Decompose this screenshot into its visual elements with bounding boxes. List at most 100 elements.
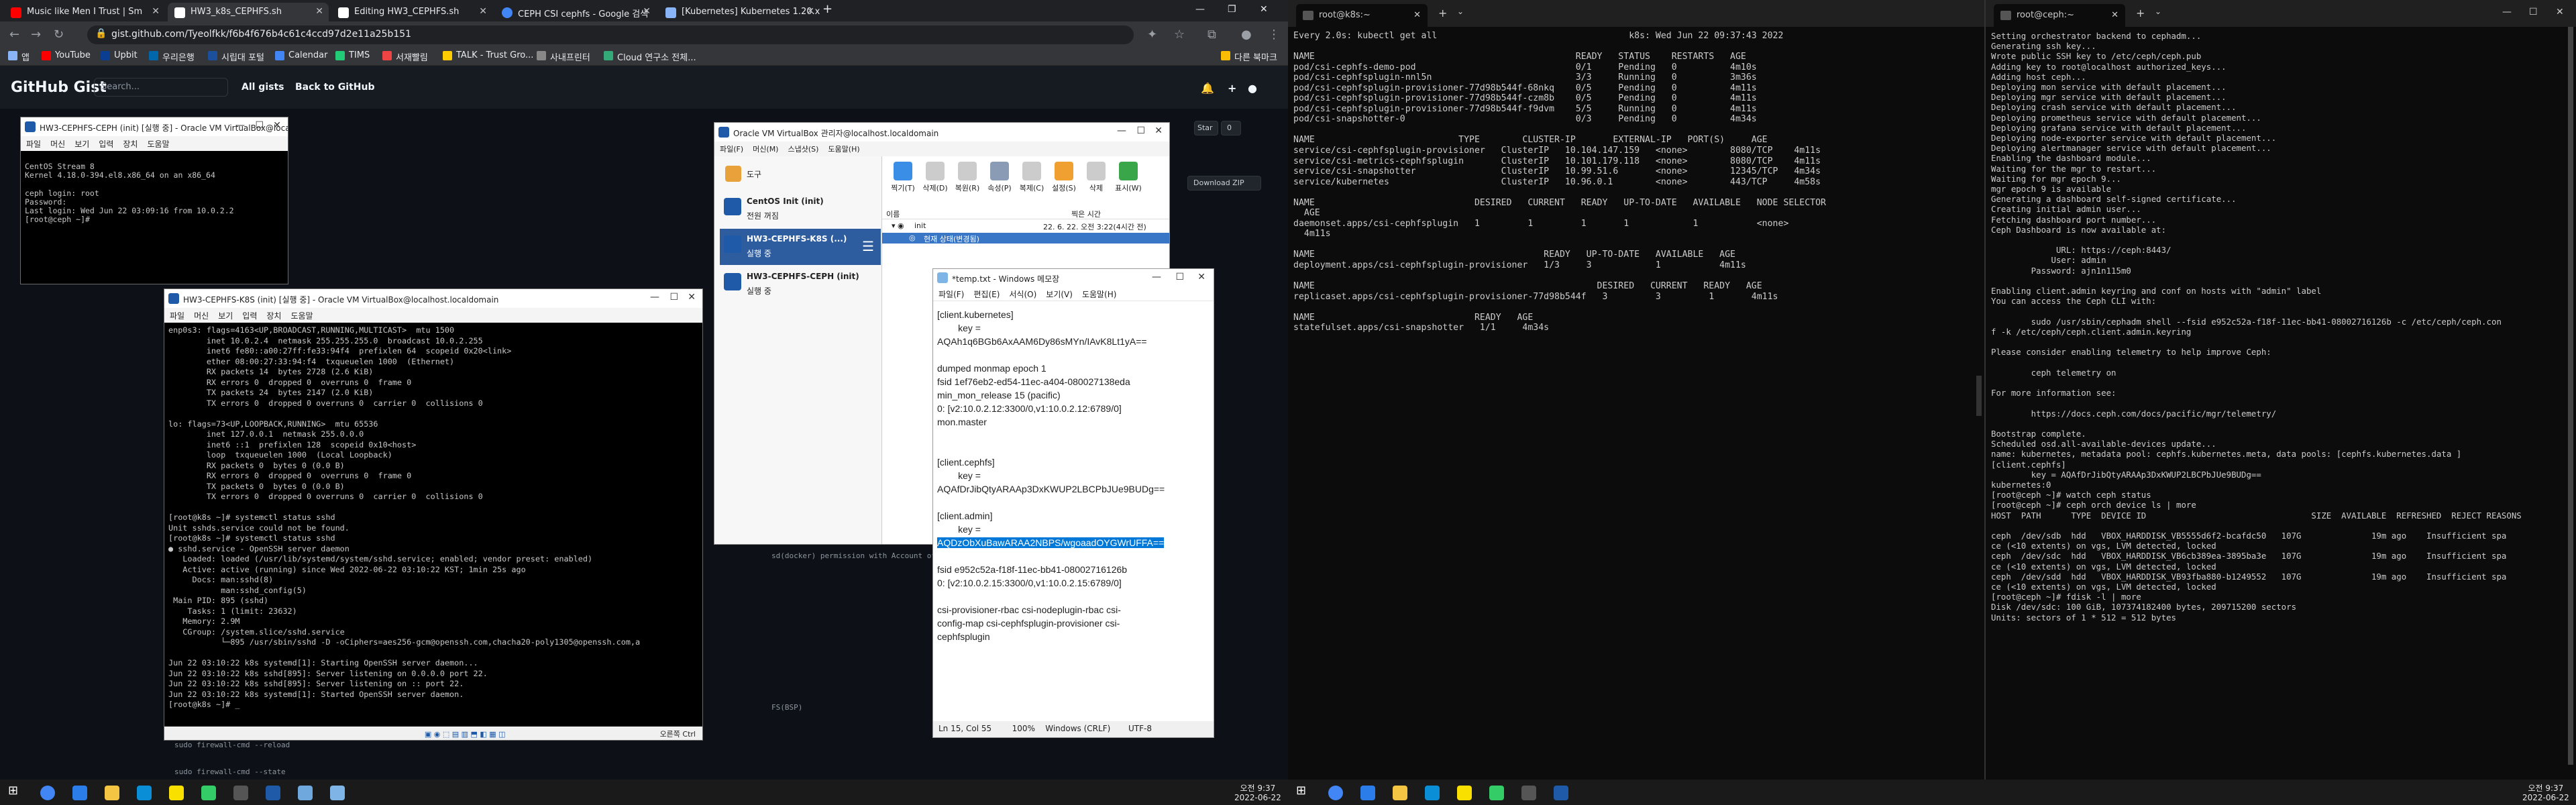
vm-console-ceph[interactable]: CentOS Stream 8 Kernel 4.18.0-394.el8.x86… xyxy=(21,151,288,284)
bookmark-talk[interactable]: TALK - Trust Gro... xyxy=(443,50,533,60)
menu-machine[interactable]: 머신 xyxy=(194,311,209,321)
close-icon[interactable]: ✕ xyxy=(1413,10,1421,20)
menu-devices[interactable]: 장치 xyxy=(123,140,138,149)
bookmark-upbit[interactable]: Upbit xyxy=(101,50,138,60)
snapshot-clone-button[interactable]: 복제(C) xyxy=(1015,162,1049,193)
bookmark-calendar[interactable]: Calendar xyxy=(275,50,327,60)
chevron-down-icon[interactable]: ⌄ xyxy=(2155,7,2161,16)
folder-icon[interactable] xyxy=(105,786,119,800)
bookmark-portal[interactable]: 시립대 포털 xyxy=(208,50,264,63)
close-window-icon[interactable]: ✕ xyxy=(2556,7,2564,17)
close-icon[interactable]: ✕ xyxy=(315,6,323,17)
menu-help[interactable]: 도움말(H) xyxy=(1082,290,1117,299)
plus-icon[interactable]: + xyxy=(1228,82,1236,95)
windows-start-icon[interactable]: ⊞ xyxy=(8,784,23,798)
puzzle-icon[interactable]: ⧉ xyxy=(1208,28,1216,42)
discard-button[interactable]: 삭제 xyxy=(1079,162,1113,193)
menu-input[interactable]: 입력 xyxy=(242,311,257,321)
menu-icon[interactable]: ⋮ xyxy=(1268,28,1280,42)
scrollbar[interactable] xyxy=(2568,27,2573,765)
menu-file[interactable]: 파일 xyxy=(26,140,41,149)
browser-tab-music[interactable]: Music like Men I Trust | Sm ✕ xyxy=(4,3,165,21)
menu-file[interactable]: 파일 xyxy=(170,311,184,321)
menu-view[interactable]: 보기 xyxy=(218,311,233,321)
menu-devices[interactable]: 장치 xyxy=(266,311,281,321)
browser-tab-google[interactable]: CEPH CSI cephfs - Google 검색 ✕ xyxy=(495,3,656,21)
browser-tab-editing[interactable]: Editing HW3_CEPHFS.sh ✕ xyxy=(331,3,492,21)
close-window-icon[interactable]: ✕ xyxy=(1260,4,1268,15)
maximize-icon[interactable]: ☐ xyxy=(669,292,678,303)
menu-view[interactable]: 보기 xyxy=(74,140,89,149)
bookmark-library[interactable]: 서재빨림 xyxy=(382,50,428,63)
snapshot-delete-button[interactable]: 삭제(D) xyxy=(918,162,952,193)
profile-icon[interactable]: ● xyxy=(1241,28,1252,42)
close-icon[interactable]: ✕ xyxy=(688,292,696,303)
terminal-k8s[interactable]: Every 2.0s: kubectl get all k8s: Wed Jun… xyxy=(1288,27,1983,792)
gist-logo[interactable]: GitHub Gist xyxy=(11,79,107,96)
settings-button[interactable]: 설정(S) xyxy=(1047,162,1081,193)
virtualbox-icon[interactable] xyxy=(1554,786,1568,800)
menu-file[interactable]: 파일(F) xyxy=(938,290,964,299)
close-icon[interactable]: ✕ xyxy=(643,6,651,17)
close-icon[interactable]: ✕ xyxy=(152,6,160,17)
snapshot-row-init[interactable]: ▾ ◉ init 22. 6. 22. 오전 3:22(4시간 전) xyxy=(882,221,1169,231)
folder-icon[interactable] xyxy=(1393,786,1407,800)
reload-icon[interactable]: ↻ xyxy=(54,28,64,42)
close-icon[interactable]: ✕ xyxy=(806,6,814,17)
bookmark-star-icon[interactable]: ☆ xyxy=(1174,28,1185,42)
bookmark-printer[interactable]: 사내프린터 xyxy=(537,50,590,63)
extensions-icon[interactable]: ✦ xyxy=(1147,28,1157,42)
tools-item[interactable]: 도구 xyxy=(720,162,881,186)
minimize-icon[interactable]: — xyxy=(2502,7,2512,17)
browser-tab-gist[interactable]: HW3_k8s_CEPHFS.sh ✕ xyxy=(168,3,329,21)
taskbar-clock[interactable]: 오전 9:37 2022-06-22 xyxy=(2522,784,2569,802)
new-tab-icon[interactable]: + xyxy=(1438,7,1447,19)
close-icon[interactable]: ✕ xyxy=(1155,125,1163,136)
terminal-tab-ceph[interactable]: root@ceph:~ ✕ xyxy=(1994,4,2125,27)
terminal-icon[interactable] xyxy=(1521,786,1536,800)
vm-console-k8s[interactable]: enp0s3: flags=4163<UP,BROADCAST,RUNNING,… xyxy=(164,323,702,727)
nav-all-gists[interactable]: All gists xyxy=(241,82,284,93)
chrome-icon[interactable] xyxy=(40,786,55,800)
app-icon[interactable] xyxy=(1489,786,1504,800)
kakaotalk-icon[interactable] xyxy=(169,786,184,800)
close-icon[interactable]: ✕ xyxy=(273,120,281,131)
chevron-down-icon[interactable]: ⌄ xyxy=(1457,7,1464,16)
menu-help[interactable]: 도움말 xyxy=(147,140,169,149)
vm-item-ceph[interactable]: HW3-CEPHFS-CEPH (init) 실행 중 xyxy=(720,266,881,303)
download-zip-button[interactable]: Download ZIP xyxy=(1187,176,1261,191)
avatar[interactable]: ● xyxy=(1248,82,1257,95)
new-tab-icon[interactable]: + xyxy=(2136,7,2145,19)
menu-machine[interactable]: 머신 xyxy=(50,140,65,149)
minimize-icon[interactable]: — xyxy=(1117,125,1126,136)
back-icon[interactable]: ← xyxy=(9,28,19,42)
notification-icon[interactable]: 🔔 xyxy=(1201,82,1214,95)
nav-back-to-github[interactable]: Back to GitHub xyxy=(295,82,374,93)
menu-edit[interactable]: 편집(E) xyxy=(973,290,1000,299)
close-icon[interactable]: ✕ xyxy=(479,6,487,17)
menu-input[interactable]: 입력 xyxy=(99,140,113,149)
notepad-text-area[interactable]: [client.kubernetes] key = AQAh1q6BGb6AxA… xyxy=(933,304,1214,720)
windows-start-icon[interactable]: ⊞ xyxy=(1296,784,1311,798)
menu-machine[interactable]: 머신(M) xyxy=(753,145,778,154)
menu-file[interactable]: 파일(F) xyxy=(720,145,743,154)
vm-item-k8s[interactable]: HW3-CEPHFS-K8S (...) 실행 중 ☰ xyxy=(720,229,881,265)
minimize-icon[interactable]: — xyxy=(1152,272,1161,282)
kakaotalk-icon[interactable] xyxy=(1457,786,1472,800)
maximize-icon[interactable]: ☐ xyxy=(2529,7,2538,17)
menu-snapshot[interactable]: 스냅샷(S) xyxy=(788,145,818,154)
snapshot-row-current[interactable]: ◎ 현재 상태(변경됨) xyxy=(882,233,1169,244)
bookmark-tims[interactable]: TIMS xyxy=(335,50,370,60)
snapshot-restore-button[interactable]: 복원(R) xyxy=(951,162,984,193)
chrome-icon[interactable] xyxy=(1328,786,1343,800)
app-icon[interactable] xyxy=(72,786,87,800)
menu-view[interactable]: 보기(V) xyxy=(1046,290,1073,299)
terminal-tab-k8s[interactable]: root@k8s:~ ✕ xyxy=(1296,4,1428,27)
terminal-ceph[interactable]: Setting orchestrator backend to cephadm.… xyxy=(1986,27,2576,778)
browser-tab-kubernetes[interactable]: [Kubernetes] Kubernetes 1.20.x ✕ xyxy=(659,3,820,21)
bookmark-youtube[interactable]: YouTube xyxy=(42,50,91,60)
minimize-icon[interactable]: — xyxy=(1195,4,1205,15)
menu-help[interactable]: 도움말(H) xyxy=(828,145,859,154)
terminal-icon[interactable] xyxy=(233,786,248,800)
notepad-icon[interactable] xyxy=(330,786,345,800)
